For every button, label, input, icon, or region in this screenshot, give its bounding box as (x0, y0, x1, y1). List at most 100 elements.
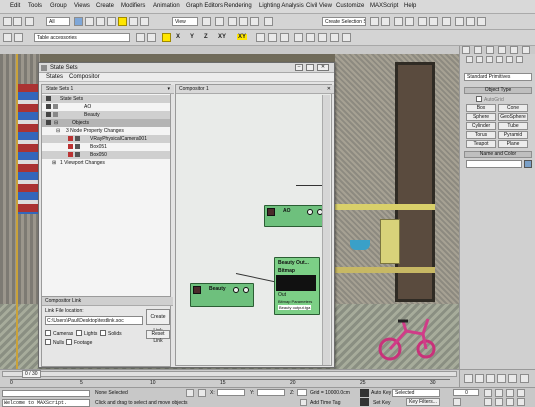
next-frame-icon[interactable] (497, 374, 506, 383)
menu-states[interactable]: States (46, 74, 63, 80)
lock-selection-icon[interactable] (186, 389, 194, 397)
collapse-icon[interactable]: ⊟ (56, 127, 60, 135)
undo-icon[interactable] (3, 17, 12, 26)
select-object-icon[interactable] (74, 17, 83, 26)
geometry-icon[interactable] (466, 56, 473, 63)
utilities-tab-icon[interactable] (522, 46, 530, 54)
bitmap-filename-field[interactable]: Beauty output.tga (278, 305, 312, 310)
minimize-button[interactable]: – (295, 64, 303, 71)
nulls-checkbox[interactable]: Nulls (45, 339, 64, 346)
create-tab-icon[interactable] (462, 46, 470, 54)
menu-customize[interactable]: Customize (336, 3, 364, 9)
time-slider-track[interactable] (2, 371, 457, 377)
select-rotate-icon[interactable] (129, 17, 138, 26)
go-start-icon[interactable] (464, 374, 473, 383)
layer-manager-icon[interactable] (394, 17, 403, 26)
select-by-name-icon[interactable] (85, 17, 94, 26)
helpers-icon[interactable] (506, 56, 513, 63)
zoom-all-icon[interactable] (495, 389, 503, 397)
spacewarps-icon[interactable] (516, 56, 523, 63)
reset-link-button[interactable]: Reset Link (146, 330, 170, 344)
play-icon[interactable] (486, 374, 495, 383)
orbit-icon[interactable] (506, 398, 514, 406)
align-icon[interactable] (381, 17, 390, 26)
menu-civil-view[interactable]: Civil View (306, 3, 332, 9)
expand-icon[interactable]: ⊞ (52, 159, 56, 167)
set-key-button[interactable]: Set Key (373, 400, 391, 406)
motion-tab-icon[interactable] (498, 46, 506, 54)
time-slider-handle[interactable]: 0 / 30 (22, 370, 41, 378)
compositor-view[interactable]: Compositor 1 ✕ AO Beauty Beauty Out... B… (175, 84, 334, 366)
render-toggle-icon[interactable] (46, 104, 51, 109)
primitives-dropdown[interactable]: Standard Primitives (464, 73, 532, 81)
render-toggle-icon[interactable] (46, 112, 51, 117)
beauty-output-node[interactable]: Beauty Out... Bitmap Out Bitmap Paramete… (274, 257, 320, 315)
collapse-icon[interactable]: ⊟ (54, 119, 58, 127)
go-end-icon[interactable] (508, 374, 517, 383)
create-link-button[interactable]: Create Link (146, 309, 170, 334)
tree-row-viewport-changes[interactable]: ⊞ 1 Viewport Changes (42, 159, 170, 167)
render-toggle-icon[interactable] (46, 120, 51, 125)
beauty-node-output-icon[interactable] (243, 287, 249, 293)
constraint-icon[interactable] (162, 33, 171, 42)
snap-face-icon[interactable] (280, 33, 289, 42)
angle-snap-icon[interactable] (239, 17, 248, 26)
tree-row-node-changes[interactable]: ⊟ 3 Node Property Changes (42, 127, 170, 135)
torus-button[interactable]: Torus (466, 131, 496, 139)
render-toggle-icon[interactable] (46, 96, 51, 101)
sphere-button[interactable]: Sphere (466, 113, 496, 121)
zoom-extents-all-icon[interactable] (517, 389, 525, 397)
snap-grid-icon[interactable] (306, 33, 315, 42)
transform-mode-icon[interactable] (198, 389, 206, 397)
eye-icon[interactable] (68, 136, 73, 141)
menu-modifiers[interactable]: Modifiers (121, 3, 145, 9)
pyramid-button[interactable]: Pyramid (498, 131, 528, 139)
snap-toggle-icon[interactable] (318, 33, 327, 42)
maximize-button[interactable] (306, 64, 314, 71)
axis-z[interactable]: Z (204, 34, 208, 40)
edit-named-sel-icon[interactable] (264, 17, 273, 26)
box-button[interactable]: Box (466, 104, 496, 112)
axis-xy-active[interactable]: XY (237, 34, 248, 40)
menu-help[interactable]: Help (404, 3, 416, 9)
maxscript-listener[interactable]: Welcome to MAXScript. (2, 399, 90, 407)
autogrid-checkbox[interactable]: AutoGrid (476, 96, 504, 103)
snap-icon[interactable] (228, 17, 237, 26)
object-color-swatch[interactable] (524, 160, 532, 168)
snap-pivot-icon[interactable] (294, 33, 303, 42)
menu-graph-editors[interactable]: Graph Editors (186, 3, 223, 9)
snap-options-icon[interactable] (330, 33, 339, 42)
percent-snap-icon[interactable] (250, 17, 259, 26)
beauty-node-port-icon[interactable] (233, 287, 239, 293)
select-scale-icon[interactable] (140, 17, 149, 26)
close-button[interactable]: ✕ (317, 64, 329, 71)
axis-y[interactable]: Y (190, 34, 194, 40)
menu-create[interactable]: Create (96, 3, 114, 9)
compositor-scrollbar[interactable] (322, 95, 330, 365)
compositor-close-icon[interactable]: ✕ (327, 85, 331, 93)
ribbon-icon[interactable] (405, 17, 414, 26)
select-in-layer-icon[interactable] (147, 33, 156, 42)
object-name-field[interactable] (466, 160, 522, 168)
link-icon[interactable] (25, 17, 34, 26)
manipulate-icon[interactable] (215, 17, 224, 26)
menu-lighting-analysis[interactable]: Lighting Analysis (259, 3, 304, 9)
add-to-layer-icon[interactable] (136, 33, 145, 42)
z-coordinate-field[interactable] (297, 389, 307, 396)
render-frame-icon[interactable] (466, 17, 475, 26)
tree-row-box050[interactable]: Box050 (42, 151, 170, 159)
menu-tools[interactable]: Tools (28, 3, 42, 9)
zoom-extents-icon[interactable] (506, 389, 514, 397)
modify-tab-icon[interactable] (474, 46, 482, 54)
key-mode-icon[interactable] (520, 374, 529, 383)
zoom-icon[interactable] (484, 389, 492, 397)
auto-key-icon[interactable] (360, 389, 369, 397)
tree-row-box051[interactable]: Box051 (42, 143, 170, 151)
menu-edit[interactable]: Edit (10, 3, 20, 9)
geosphere-button[interactable]: GeoSphere (498, 113, 528, 121)
redo-icon[interactable] (13, 17, 22, 26)
curve-editor-icon[interactable] (418, 17, 427, 26)
menu-maxscript[interactable]: MAXScript (370, 3, 398, 9)
key-filters-button[interactable]: Key Filters... (406, 398, 440, 406)
tree-row-objects[interactable]: ⊟ Objects (42, 119, 170, 127)
